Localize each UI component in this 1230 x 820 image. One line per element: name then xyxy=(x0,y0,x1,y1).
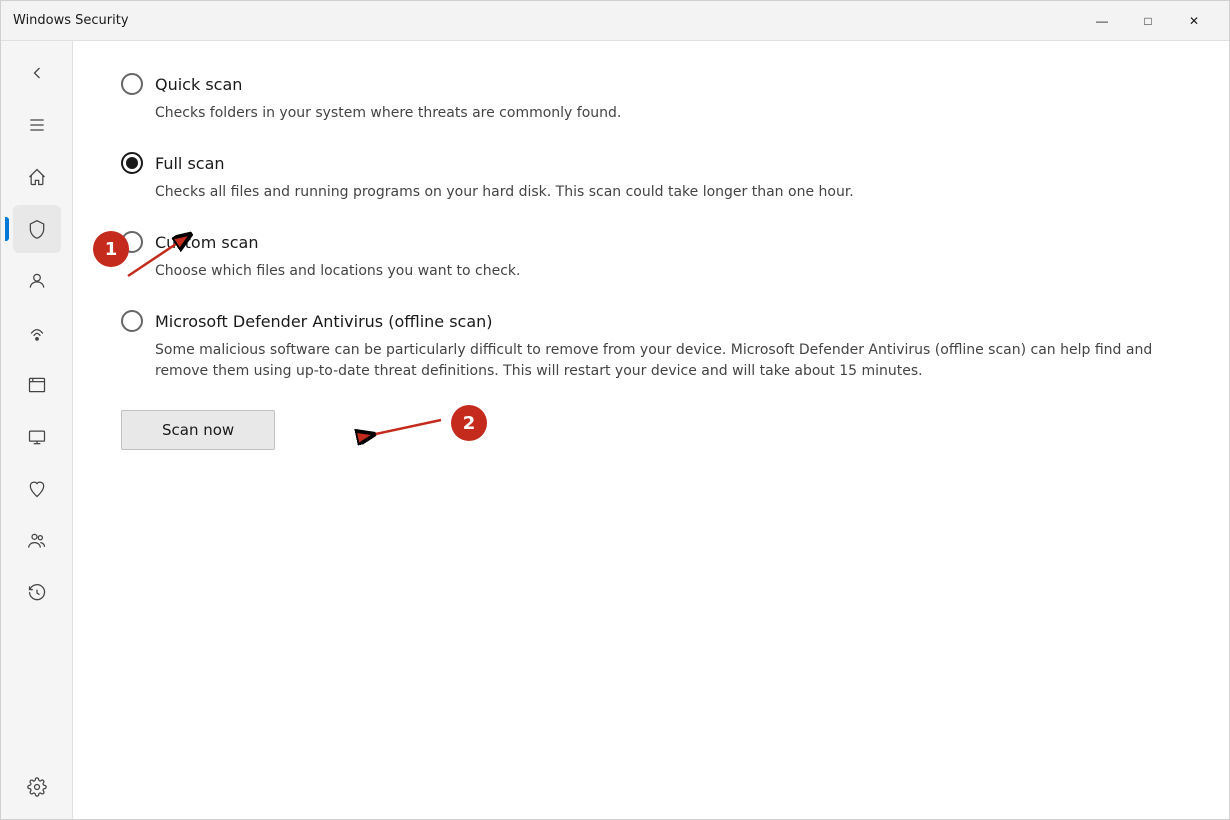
full-scan-radio[interactable] xyxy=(121,152,143,174)
app-browser-icon xyxy=(27,375,47,395)
quick-scan-label: Quick scan xyxy=(155,75,242,94)
quick-scan-option: Quick scan Checks folders in your system… xyxy=(121,73,1181,124)
full-scan-label: Full scan xyxy=(155,154,225,173)
sidebar xyxy=(1,41,73,819)
offline-scan-header: Microsoft Defender Antivirus (offline sc… xyxy=(121,310,1181,332)
account-icon xyxy=(27,271,47,291)
sidebar-item-network[interactable] xyxy=(13,309,61,357)
offline-scan-option: Microsoft Defender Antivirus (offline sc… xyxy=(121,310,1181,382)
sidebar-item-health[interactable] xyxy=(13,465,61,513)
network-icon xyxy=(27,323,47,343)
custom-scan-label: Custom scan xyxy=(155,233,258,252)
quick-scan-radio[interactable] xyxy=(121,73,143,95)
minimize-button[interactable]: — xyxy=(1079,5,1125,37)
annotation-2: 2 xyxy=(451,405,487,441)
offline-scan-desc: Some malicious software can be particula… xyxy=(155,340,1181,382)
close-button[interactable]: ✕ xyxy=(1171,5,1217,37)
back-icon xyxy=(27,63,47,83)
maximize-button[interactable]: □ xyxy=(1125,5,1171,37)
full-scan-option: Full scan Checks all files and running p… xyxy=(121,152,1181,203)
sidebar-item-app-browser[interactable] xyxy=(13,361,61,409)
sidebar-item-home[interactable] xyxy=(13,153,61,201)
custom-scan-header: Custom scan xyxy=(121,231,1181,253)
annotation-1: 1 xyxy=(93,231,129,267)
sidebar-item-shield[interactable] xyxy=(13,205,61,253)
menu-icon xyxy=(27,115,47,135)
full-scan-radio-inner xyxy=(126,157,138,169)
device-icon xyxy=(27,427,47,447)
quick-scan-header: Quick scan xyxy=(121,73,1181,95)
arrow-2 xyxy=(341,400,461,460)
history-icon xyxy=(27,583,47,603)
settings-icon xyxy=(27,777,47,797)
custom-scan-desc: Choose which files and locations you wan… xyxy=(155,261,1181,282)
sidebar-item-family[interactable] xyxy=(13,517,61,565)
sidebar-item-menu[interactable] xyxy=(13,101,61,149)
sidebar-item-account[interactable] xyxy=(13,257,61,305)
scan-btn-wrapper: Scan now 2 xyxy=(121,410,1181,450)
content-area: 1 Quick scan Checks folders in your syst… xyxy=(73,41,1229,819)
offline-scan-radio[interactable] xyxy=(121,310,143,332)
windows-security-window: Windows Security — □ ✕ xyxy=(0,0,1230,820)
window-title: Windows Security xyxy=(13,13,1079,28)
health-icon xyxy=(27,479,47,499)
full-scan-desc: Checks all files and running programs on… xyxy=(155,182,1181,203)
main-area: 1 Quick scan Checks folders in your syst… xyxy=(1,41,1229,819)
custom-scan-option: Custom scan Choose which files and locat… xyxy=(121,231,1181,282)
window-controls: — □ ✕ xyxy=(1079,5,1217,37)
scan-now-button[interactable]: Scan now xyxy=(121,410,275,450)
sidebar-item-device[interactable] xyxy=(13,413,61,461)
home-icon xyxy=(27,167,47,187)
sidebar-item-settings[interactable] xyxy=(13,763,61,811)
offline-scan-label: Microsoft Defender Antivirus (offline sc… xyxy=(155,312,493,331)
title-bar: Windows Security — □ ✕ xyxy=(1,1,1229,41)
quick-scan-desc: Checks folders in your system where thre… xyxy=(155,103,1181,124)
shield-icon xyxy=(27,219,47,239)
sidebar-item-back[interactable] xyxy=(13,49,61,97)
full-scan-header: Full scan xyxy=(121,152,1181,174)
sidebar-item-history[interactable] xyxy=(13,569,61,617)
family-icon xyxy=(27,531,47,551)
